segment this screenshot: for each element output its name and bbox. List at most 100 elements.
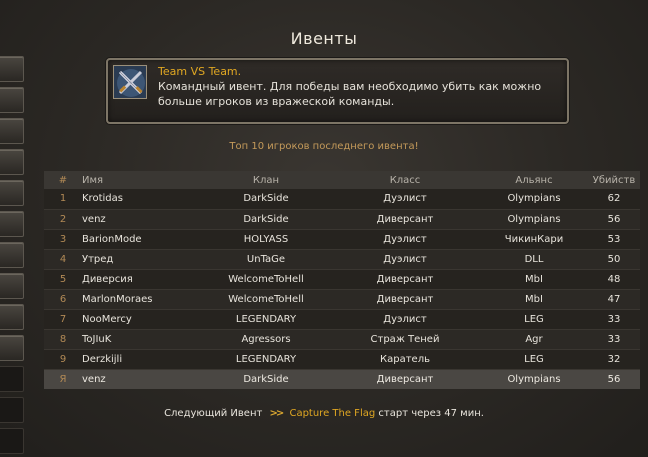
cell-kills: 33 (588, 329, 640, 350)
my-result-row: Я venz DarkSide Диверсант Olympians 56 (44, 369, 640, 389)
cell-name: venz (82, 369, 202, 389)
cell-name: MarlonMoraes (82, 289, 202, 310)
side-menu-button[interactable] (0, 335, 24, 361)
cell-clan: LEGENDARY (202, 309, 330, 330)
cell-clan: HOLYASS (202, 229, 330, 250)
cell-kills: 53 (588, 229, 640, 250)
col-rank: # (44, 171, 82, 189)
cell-rank: 8 (44, 329, 82, 350)
cell-kills: 50 (588, 249, 640, 270)
cell-rank: 2 (44, 209, 82, 230)
cell-kills: 47 (588, 289, 640, 310)
cell-class: Дуэлист (330, 229, 480, 250)
side-menu-button[interactable] (0, 242, 24, 268)
table-row: 4 Утред UnTaGe Дуэлист DLL 50 (44, 249, 640, 270)
col-class: Класс (330, 171, 480, 189)
cell-rank: 4 (44, 249, 82, 270)
cell-class: Диверсант (330, 289, 480, 310)
leaderboard-table: # Имя Клан Класс Альянс Убийств 1 Krotid… (44, 171, 640, 389)
cell-rank: Я (44, 369, 82, 389)
window-title: Ивенты (290, 29, 358, 48)
cell-alliance: Agr (480, 329, 588, 350)
crossed-swords-icon (113, 65, 147, 99)
cell-name: venz (82, 209, 202, 230)
table-row: 1 Krotidas DarkSide Дуэлист Olympians 62 (44, 189, 640, 210)
event-description: Командный ивент. Для победы вам необходи… (158, 80, 542, 108)
cell-name: Krotidas (82, 189, 202, 210)
cell-name: BarionMode (82, 229, 202, 250)
event-info-panel: Team VS Team. Командный ивент. Для побед… (106, 58, 569, 124)
side-menu-button[interactable] (0, 366, 24, 392)
next-event-prefix: Следующий Ивент (164, 408, 263, 419)
cell-class: Диверсант (330, 369, 480, 389)
cell-alliance: MbI (480, 289, 588, 310)
cell-alliance: ЧикинКари (480, 229, 588, 250)
table-row: 3 BarionMode HOLYASS Дуэлист ЧикинКари 5… (44, 229, 640, 250)
table-header: # Имя Клан Класс Альянс Убийств (44, 171, 640, 189)
cell-alliance: MbI (480, 269, 588, 290)
event-name: Team VS Team. (158, 65, 242, 78)
cell-rank: 5 (44, 269, 82, 290)
cell-clan: WelcomeToHell (202, 289, 330, 310)
table-row: 2 venz DarkSide Диверсант Olympians 56 (44, 209, 640, 230)
side-menu-button[interactable] (0, 56, 24, 82)
side-menu-button[interactable] (0, 87, 24, 113)
cell-class: Дуэлист (330, 249, 480, 270)
col-alliance: Альянс (480, 171, 588, 189)
table-row: 5 Диверсия WelcomeToHell Диверсант MbI 4… (44, 269, 640, 290)
cell-alliance: LEG (480, 349, 588, 370)
cell-kills: 56 (588, 209, 640, 230)
col-clan: Клан (202, 171, 330, 189)
cell-rank: 9 (44, 349, 82, 370)
col-kills: Убийств (588, 171, 640, 189)
cell-class: Диверсант (330, 209, 480, 230)
cell-clan: WelcomeToHell (202, 269, 330, 290)
cell-class: Дуэлист (330, 189, 480, 210)
side-menu-button[interactable] (0, 428, 24, 454)
cell-alliance: Olympians (480, 369, 588, 389)
cell-alliance: Olympians (480, 189, 588, 210)
cell-alliance: DLL (480, 249, 588, 270)
cell-rank: 1 (44, 189, 82, 210)
cell-kills: 33 (588, 309, 640, 330)
cell-rank: 6 (44, 289, 82, 310)
cell-class: Каратель (330, 349, 480, 370)
side-menu (0, 56, 24, 457)
next-event-timer: старт через 47 мин. (378, 408, 484, 419)
cell-rank: 3 (44, 229, 82, 250)
cell-name: Derzkijli (82, 349, 202, 370)
cell-clan: DarkSide (202, 189, 330, 210)
col-name: Имя (82, 171, 202, 189)
cell-kills: 48 (588, 269, 640, 290)
cell-clan: DarkSide (202, 369, 330, 389)
cell-kills: 56 (588, 369, 640, 389)
cell-class: Дуэлист (330, 309, 480, 330)
cell-clan: DarkSide (202, 209, 330, 230)
side-menu-button[interactable] (0, 211, 24, 237)
table-row: 6 MarlonMoraes WelcomeToHell Диверсант M… (44, 289, 640, 310)
next-event-line: Следующий Ивент >> Capture The Flag стар… (0, 408, 648, 419)
cell-kills: 32 (588, 349, 640, 370)
cell-kills: 62 (588, 189, 640, 210)
table-row: 9 Derzkijli LEGENDARY Каратель LEG 32 (44, 349, 640, 370)
side-menu-button[interactable] (0, 149, 24, 175)
cell-name: Утред (82, 249, 202, 270)
top-players-caption: Топ 10 игроков последнего ивента! (229, 141, 419, 152)
next-event-name: Capture The Flag (289, 408, 376, 419)
cell-clan: Agressors (202, 329, 330, 350)
cell-name: Диверсия (82, 269, 202, 290)
double-arrow-icon: >> (269, 408, 285, 419)
cell-class: Диверсант (330, 269, 480, 290)
table-row: 7 NooMercy LEGENDARY Дуэлист LEG 33 (44, 309, 640, 330)
cell-clan: UnTaGe (202, 249, 330, 270)
side-menu-button[interactable] (0, 273, 24, 299)
cell-name: NooMercy (82, 309, 202, 330)
cell-alliance: LEG (480, 309, 588, 330)
cell-rank: 7 (44, 309, 82, 330)
cell-name: ToJIuK (82, 329, 202, 350)
side-menu-button[interactable] (0, 304, 24, 330)
cell-class: Страж Теней (330, 329, 480, 350)
side-menu-button[interactable] (0, 180, 24, 206)
table-row: 8 ToJIuK Agressors Страж Теней Agr 33 (44, 329, 640, 350)
cell-alliance: Olympians (480, 209, 588, 230)
